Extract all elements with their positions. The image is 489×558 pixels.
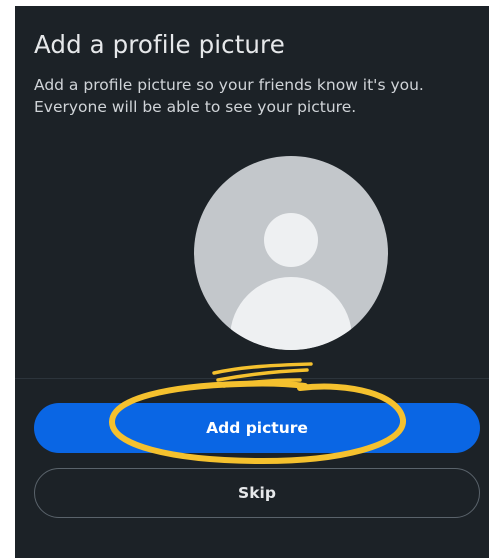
add-picture-button[interactable]: Add picture: [34, 403, 480, 453]
add-picture-button-label: Add picture: [206, 419, 308, 437]
avatar-placeholder: [194, 156, 388, 350]
avatar-head: [264, 213, 318, 267]
skip-button-label: Skip: [238, 484, 276, 502]
page-title: Add a profile picture: [34, 30, 285, 59]
avatar-body: [230, 277, 352, 350]
page-description: Add a profile picture so your friends kn…: [34, 76, 424, 116]
profile-picture-screen: Add a profile picture Add a profile pict…: [15, 6, 489, 558]
footer-divider: [15, 378, 489, 379]
skip-button[interactable]: Skip: [34, 468, 480, 518]
